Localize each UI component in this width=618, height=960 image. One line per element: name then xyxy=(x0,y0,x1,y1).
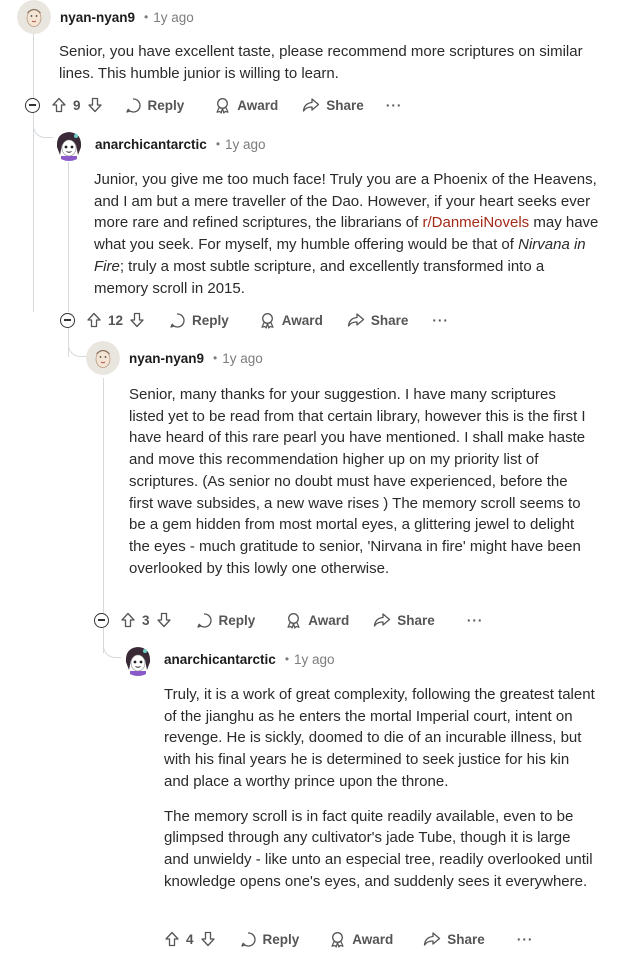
separator-dot: • xyxy=(213,351,218,365)
share-icon xyxy=(374,613,391,627)
reply-bubble-icon xyxy=(196,612,212,628)
more-icon[interactable]: ··· xyxy=(517,932,534,947)
share-icon xyxy=(303,98,320,112)
reply-label: Reply xyxy=(147,97,185,113)
share-button[interactable]: Share xyxy=(302,97,364,113)
comment-text: Senior, you have excellent taste, please… xyxy=(59,43,583,82)
comment-body: Senior, you have excellent taste, please… xyxy=(59,41,594,84)
share-label: Share xyxy=(447,931,485,947)
avatar[interactable] xyxy=(86,341,120,375)
collapse-icon[interactable] xyxy=(94,612,109,628)
reply-button[interactable]: Reply xyxy=(125,97,185,114)
share-button[interactable]: Share xyxy=(373,612,435,628)
reply-label: Reply xyxy=(218,612,256,628)
upvote-icon[interactable] xyxy=(164,931,180,947)
award-button[interactable]: Award xyxy=(285,612,349,629)
share-button[interactable]: Share xyxy=(347,312,409,328)
separator-dot: • xyxy=(144,10,149,24)
reply-button[interactable]: Reply xyxy=(196,612,256,629)
comment-text: Senior, many thanks for your suggestion.… xyxy=(129,386,586,577)
collapse-icon[interactable] xyxy=(60,312,75,328)
reply-button[interactable]: Reply xyxy=(240,931,300,948)
share-icon xyxy=(424,932,441,946)
more-icon[interactable]: ··· xyxy=(467,613,484,628)
comment-header: nyan-nyan9 • 1y ago xyxy=(17,0,194,34)
timestamp[interactable]: 1y ago xyxy=(222,351,263,366)
action-bar: 12 Reply Award Share ··· xyxy=(60,308,449,332)
vote-group: 9 xyxy=(51,97,103,113)
comment-header: anarchicantarctic • 1y ago xyxy=(52,127,266,161)
thread-connector xyxy=(33,117,54,138)
thread-line[interactable] xyxy=(103,378,104,613)
upvote-icon[interactable] xyxy=(86,312,102,328)
reply-button[interactable]: Reply xyxy=(169,312,229,329)
action-bar: 3 Reply Award Share ··· xyxy=(94,608,483,632)
upvote-icon[interactable] xyxy=(120,612,136,628)
share-label: Share xyxy=(370,312,409,328)
vote-count: 9 xyxy=(73,97,81,113)
share-label: Share xyxy=(326,97,364,113)
award-button[interactable]: Award xyxy=(214,97,278,114)
award-icon xyxy=(261,312,274,329)
avatar[interactable] xyxy=(52,127,86,161)
reply-bubble-icon xyxy=(170,312,185,328)
upvote-icon[interactable] xyxy=(51,97,67,113)
award-label: Award xyxy=(308,612,350,628)
comment-text-part: ; truly a most subtle scripture, and exc… xyxy=(94,257,545,297)
award-label: Award xyxy=(352,931,394,947)
comment-text: Junior, you give me too much face! Truly… xyxy=(94,169,599,299)
vote-group: 12 xyxy=(86,312,145,328)
thread-line[interactable] xyxy=(33,30,34,98)
reply-bubble-icon xyxy=(240,931,256,947)
reply-label: Reply xyxy=(262,931,300,947)
subreddit-link[interactable]: r/DanmeiNovels xyxy=(422,214,529,231)
award-button[interactable]: Award xyxy=(329,931,393,948)
collapse-icon[interactable] xyxy=(25,97,40,113)
thread-line[interactable] xyxy=(68,162,69,312)
username[interactable]: anarchicantarctic xyxy=(95,137,207,152)
username[interactable]: anarchicantarctic xyxy=(164,652,276,667)
avatar[interactable] xyxy=(121,642,155,676)
comment-body: Truly, it is a work of great complexity,… xyxy=(164,684,596,892)
downvote-icon[interactable] xyxy=(129,312,145,328)
comment-header: nyan-nyan9 • 1y ago xyxy=(86,341,263,375)
separator-dot: • xyxy=(284,652,290,666)
separator-dot: • xyxy=(215,137,221,151)
vote-group: 4 xyxy=(164,931,216,947)
timestamp[interactable]: 1y ago xyxy=(294,652,335,667)
downvote-icon[interactable] xyxy=(87,97,103,113)
award-label: Award xyxy=(237,97,279,113)
vote-count: 3 xyxy=(142,612,150,628)
more-icon[interactable]: ··· xyxy=(432,313,449,328)
comment-body: Junior, you give me too much face! Truly… xyxy=(94,169,599,299)
timestamp[interactable]: 1y ago xyxy=(153,10,194,25)
award-button[interactable]: Award xyxy=(259,312,323,329)
vote-group: 3 xyxy=(120,612,172,628)
award-icon xyxy=(216,97,229,114)
comment-text: The memory scroll is in fact quite readi… xyxy=(164,807,593,890)
more-icon[interactable]: ··· xyxy=(386,98,403,113)
timestamp[interactable]: 1y ago xyxy=(225,137,266,152)
reply-bubble-icon xyxy=(125,97,141,113)
award-label: Award xyxy=(281,312,323,328)
action-bar: 9 Reply Award Share ··· xyxy=(25,93,402,117)
comment-header: anarchicantarctic • 1y ago xyxy=(121,642,335,676)
thread-line[interactable] xyxy=(33,112,34,312)
comment-text: Truly, it is a work of great complexity,… xyxy=(164,686,595,790)
share-button[interactable]: Share xyxy=(423,931,485,947)
vote-count: 4 xyxy=(186,931,194,947)
action-bar: 4 Reply Award Share ··· xyxy=(164,927,533,951)
avatar[interactable] xyxy=(17,0,51,34)
downvote-icon[interactable] xyxy=(156,612,172,628)
share-icon xyxy=(347,313,364,327)
downvote-icon[interactable] xyxy=(200,931,216,947)
share-label: Share xyxy=(397,612,435,628)
username[interactable]: nyan-nyan9 xyxy=(129,351,204,366)
award-icon xyxy=(331,931,344,948)
vote-count: 12 xyxy=(108,312,124,328)
username[interactable]: nyan-nyan9 xyxy=(60,10,135,25)
award-icon xyxy=(287,612,300,629)
reply-label: Reply xyxy=(192,312,229,328)
comment-body: Senior, many thanks for your suggestion.… xyxy=(129,384,591,579)
